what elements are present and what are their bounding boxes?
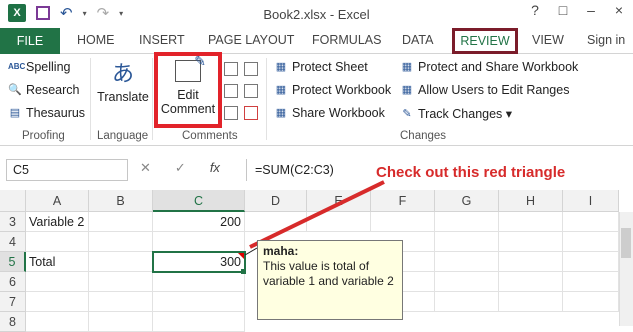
scrollbar-thumb[interactable]	[621, 228, 631, 258]
comment-text: This value is total of variable 1 and va…	[263, 259, 394, 288]
cell-comment-box[interactable]: maha: This value is total of variable 1 …	[257, 240, 403, 320]
comment-author: maha:	[263, 244, 299, 258]
